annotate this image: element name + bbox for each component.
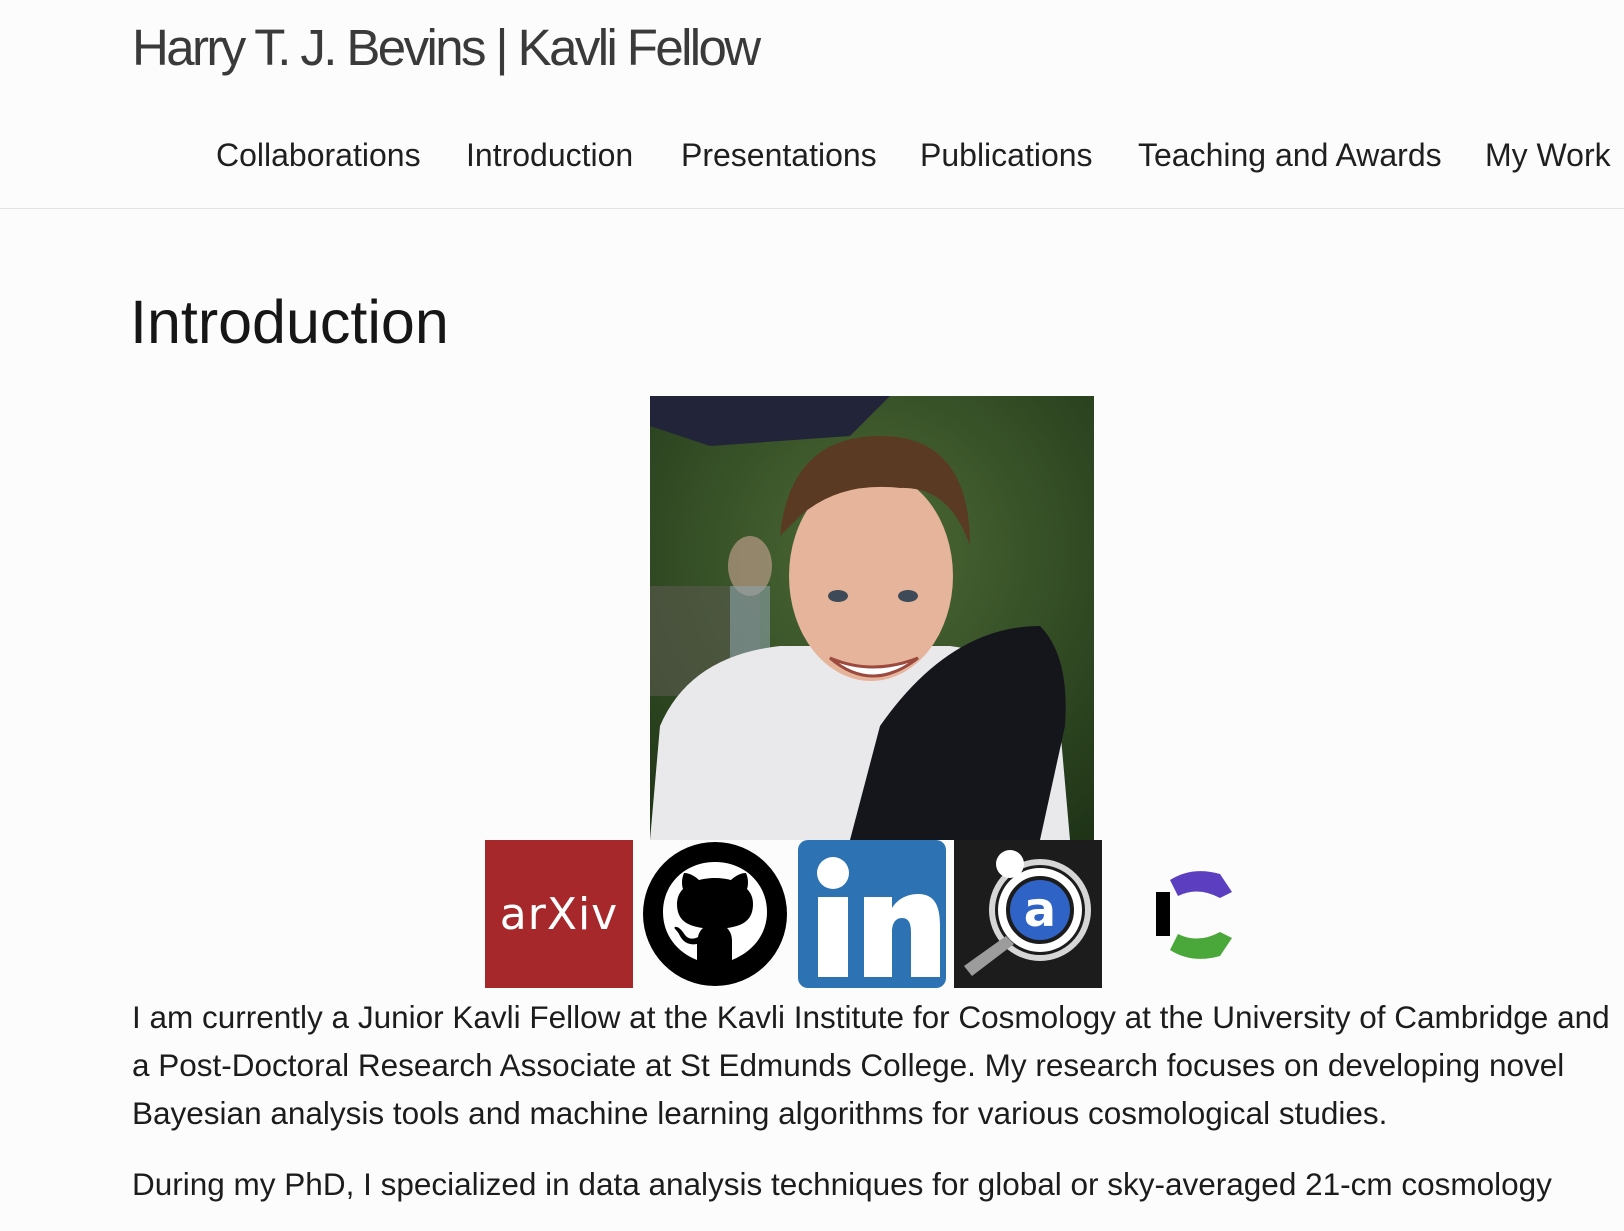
- ads-link[interactable]: a: [954, 840, 1102, 988]
- scholar-link[interactable]: [1110, 840, 1258, 988]
- nav-item-teaching-and-awards[interactable]: Teaching and Awards: [1138, 133, 1442, 177]
- header-divider: [0, 208, 1624, 209]
- linkedin-link[interactable]: [798, 840, 946, 988]
- social-links: arXiv a: [0, 840, 1624, 988]
- intro-paragraph: I am currently a Junior Kavli Fellow at …: [132, 999, 1610, 1131]
- main-nav: Collaborations Introduction Presentation…: [0, 133, 1624, 177]
- site-title[interactable]: Harry T. J. Bevins | Kavli Fellow: [132, 18, 761, 78]
- intro-content: I am currently a Junior Kavli Fellow at …: [132, 993, 1612, 1231]
- profile-photo: [650, 396, 1094, 840]
- linkedin-icon: [798, 840, 946, 988]
- nav-item-publications[interactable]: Publications: [920, 133, 1093, 177]
- arxiv-link[interactable]: arXiv: [485, 840, 633, 988]
- github-icon: [643, 842, 787, 986]
- nav-item-introduction[interactable]: Introduction: [466, 133, 633, 177]
- arxiv-icon: arXiv: [499, 888, 619, 940]
- github-link[interactable]: [641, 840, 789, 988]
- nav-item-my-work[interactable]: My Work: [1485, 133, 1611, 177]
- page-title: Introduction: [130, 288, 449, 356]
- svg-text:a: a: [1024, 882, 1056, 938]
- scholar-icon: [1156, 871, 1232, 959]
- nav-item-collaborations[interactable]: Collaborations: [216, 133, 421, 177]
- ads-icon: a: [954, 840, 1102, 988]
- nav-item-presentations[interactable]: Presentations: [681, 133, 877, 177]
- intro-paragraph: During my PhD, I specialized in data ana…: [132, 1166, 1552, 1202]
